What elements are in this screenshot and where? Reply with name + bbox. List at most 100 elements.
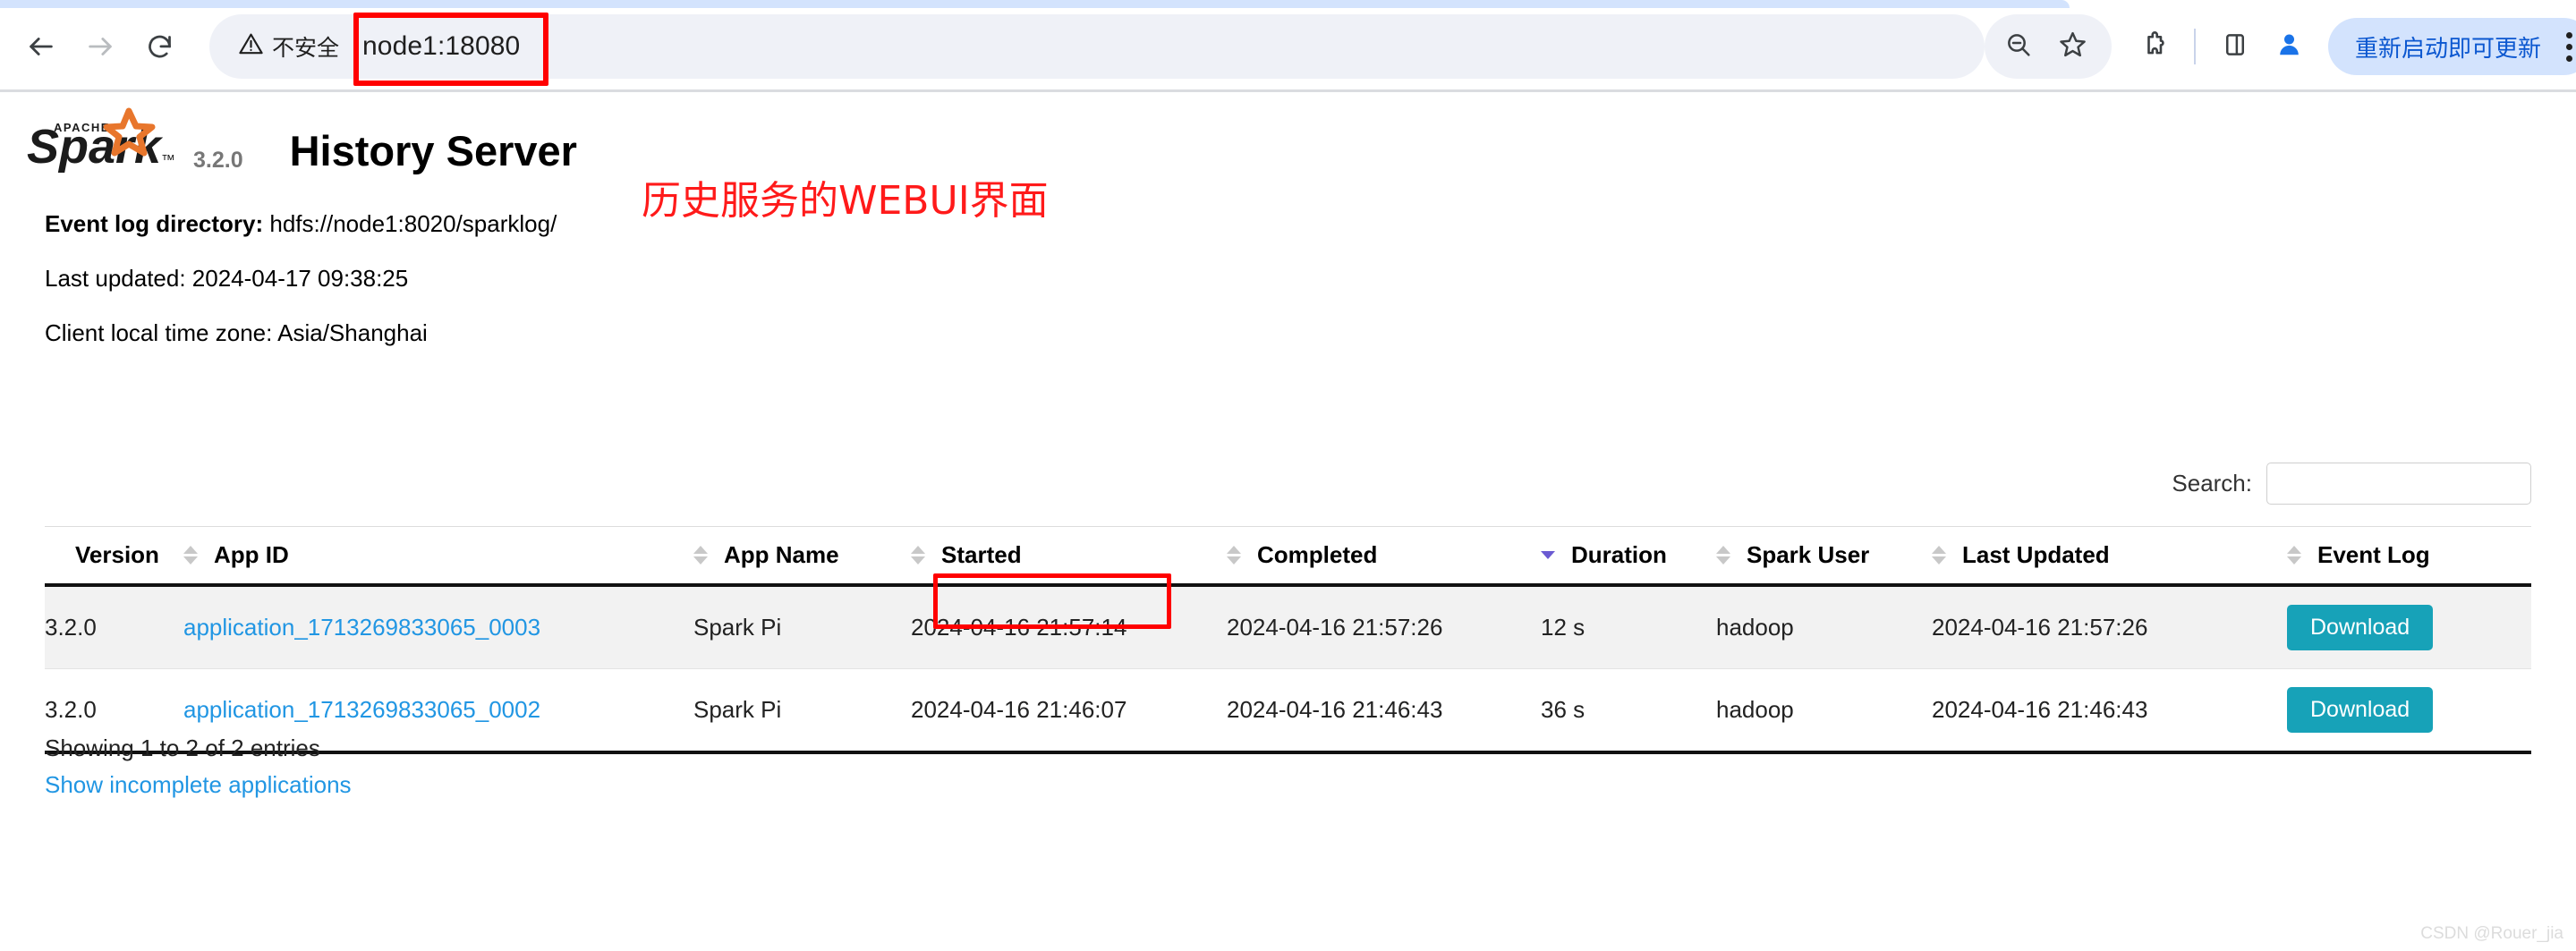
cell-duration: 12 s	[1541, 613, 1586, 641]
back-button[interactable]	[16, 21, 66, 72]
extensions-button[interactable]	[2128, 20, 2181, 73]
download-button[interactable]: Download	[2287, 686, 2434, 733]
active-browser-tab[interactable]	[0, 0, 2070, 8]
applications-table-container: Version App ID App Name Started Complete…	[45, 526, 2531, 754]
search-input[interactable]	[2266, 463, 2531, 505]
column-header-label: App ID	[214, 541, 289, 568]
update-button[interactable]: 重新启动即可更新	[2328, 18, 2576, 75]
column-header-label: Version	[75, 541, 159, 568]
table-row: 3.2.0 application_1713269833065_0003 Spa…	[45, 585, 2531, 669]
column-header-spark-user[interactable]: Spark User	[1716, 526, 1932, 587]
spark-history-server-page: Spark APACHE ™ 3.2.0 History Server 历史服务…	[0, 92, 2576, 951]
column-header-label: Started	[941, 541, 1022, 568]
profile-button[interactable]	[2262, 20, 2316, 73]
column-header-duration[interactable]: Duration	[1541, 526, 1716, 587]
time-zone-text: Client local time zone: Asia/Shanghai	[45, 319, 428, 346]
cell-spark-user: hadoop	[1716, 667, 1932, 752]
zoom-out-button[interactable]	[1992, 20, 2045, 73]
showing-entries-text: Showing 1 to 2 of 2 entries	[45, 734, 320, 761]
profile-avatar-icon	[2274, 30, 2304, 64]
show-incomplete-applications-link[interactable]: Show incomplete applications	[45, 771, 352, 799]
column-header-label: Spark User	[1747, 541, 1870, 568]
sort-arrows-icon	[693, 546, 708, 565]
zoom-bookmark-group	[1985, 14, 2112, 79]
column-header-label: Duration	[1571, 541, 1667, 568]
cell-app-name: Spark Pi	[693, 613, 782, 641]
cell-completed: 2024-04-16 21:46:43	[1227, 667, 1541, 752]
forward-button[interactable]	[75, 21, 125, 72]
column-header-app-id[interactable]: App ID	[183, 526, 693, 587]
cell-version: 3.2.0	[45, 613, 97, 641]
toolbar-divider	[2194, 29, 2196, 64]
download-button[interactable]: Download	[2287, 605, 2434, 650]
column-header-label: Last Updated	[1962, 541, 2110, 568]
browser-chrome: 不安全 node1:18080 重新启动即可更新	[0, 0, 2576, 92]
address-bar[interactable]: 不安全 node1:18080	[209, 14, 1985, 79]
table-body: 3.2.0 application_1713269833065_0003 Spa…	[45, 585, 2531, 752]
update-button-label: 重新启动即可更新	[2355, 34, 2542, 62]
tab-strip	[0, 0, 2576, 9]
bookmark-button[interactable]	[2045, 20, 2099, 73]
table-header-row: Version App ID App Name Started Complete…	[45, 526, 2531, 587]
spark-version-label: 3.2.0	[193, 148, 243, 173]
security-status-chip[interactable]: 不安全	[238, 30, 339, 63]
reload-icon	[145, 32, 174, 62]
three-dot-menu-icon[interactable]	[2561, 27, 2576, 67]
sort-arrows-icon	[1227, 546, 1241, 565]
event-log-directory: Event log directory: hdfs://node1:8020/s…	[45, 210, 557, 238]
sort-arrows-icon	[1932, 546, 1946, 565]
reload-button[interactable]	[134, 21, 184, 72]
applications-table: Version App ID App Name Started Complete…	[45, 526, 2531, 754]
cell-last-updated: 2024-04-16 21:57:26	[1932, 613, 2148, 641]
security-status-label: 不安全	[272, 36, 340, 61]
cell-app-id: application_1713269833065_0003	[183, 585, 693, 668]
toolbar-actions: 重新启动即可更新	[1985, 14, 2576, 79]
last-updated-text: Last updated: 2024-04-17 09:38:25	[45, 265, 409, 292]
column-header-version[interactable]: Version	[45, 526, 183, 587]
table-row: 3.2.0 application_1713269833065_0002 Spa…	[45, 667, 2531, 752]
cell-event-log: Download	[2287, 667, 2531, 752]
column-header-event-log[interactable]: Event Log	[2287, 526, 2531, 587]
red-annotation-text: 历史服务的WEBUI界面	[642, 178, 1049, 224]
sort-arrows-icon	[2287, 546, 2301, 565]
search-label: Search:	[2172, 470, 2252, 497]
event-log-directory-label: Event log directory:	[45, 210, 264, 237]
column-header-app-name[interactable]: App Name	[693, 526, 911, 587]
column-header-started[interactable]: Started	[911, 526, 1227, 587]
column-header-label: Completed	[1257, 541, 1378, 568]
apache-spark-logo[interactable]: Spark APACHE ™	[25, 107, 184, 177]
column-header-label: Event Log	[2317, 541, 2430, 568]
app-id-link[interactable]: application_1713269833065_0002	[183, 696, 540, 723]
cell-app-name: Spark Pi	[693, 667, 911, 752]
sort-arrows-active-icon	[1541, 551, 1555, 559]
browser-toolbar: 不安全 node1:18080 重新启动即可更新	[0, 9, 2576, 84]
cell-completed: 2024-04-16 21:57:26	[1227, 613, 1443, 641]
side-panel-button[interactable]	[2208, 20, 2262, 73]
side-panel-icon	[2222, 31, 2249, 63]
zoom-out-icon	[2004, 30, 2033, 64]
page-title: History Server	[289, 127, 577, 174]
arrow-left-icon	[26, 31, 56, 62]
star-icon	[2058, 30, 2087, 64]
sort-arrows-icon	[1716, 546, 1730, 565]
column-header-completed[interactable]: Completed	[1227, 526, 1541, 587]
search-row: Search:	[2172, 463, 2531, 505]
watermark: CSDN @Rouer_jia	[2420, 924, 2563, 943]
warning-triangle-icon	[238, 31, 264, 62]
table-header: Version App ID App Name Started Complete…	[45, 526, 2531, 587]
sort-arrows-icon	[911, 546, 925, 565]
svg-text:APACHE: APACHE	[54, 121, 110, 134]
cell-started: 2024-04-16 21:46:07	[911, 667, 1227, 752]
sort-arrows-icon	[183, 546, 198, 565]
url-text: node1:18080	[362, 31, 521, 61]
cell-started: 2024-04-16 21:57:14	[911, 613, 1127, 641]
svg-text:™: ™	[161, 153, 175, 168]
column-header-last-updated[interactable]: Last Updated	[1932, 526, 2287, 587]
page-header: Spark APACHE ™ 3.2.0 History Server	[25, 107, 577, 177]
cell-event-log: Download	[2287, 585, 2531, 668]
app-id-link[interactable]: application_1713269833065_0003	[183, 614, 540, 641]
cell-last-updated: 2024-04-16 21:46:43	[1932, 667, 2287, 752]
arrow-right-icon	[85, 31, 115, 62]
cell-duration: 36 s	[1541, 667, 1716, 752]
puzzle-piece-icon	[2140, 30, 2170, 64]
